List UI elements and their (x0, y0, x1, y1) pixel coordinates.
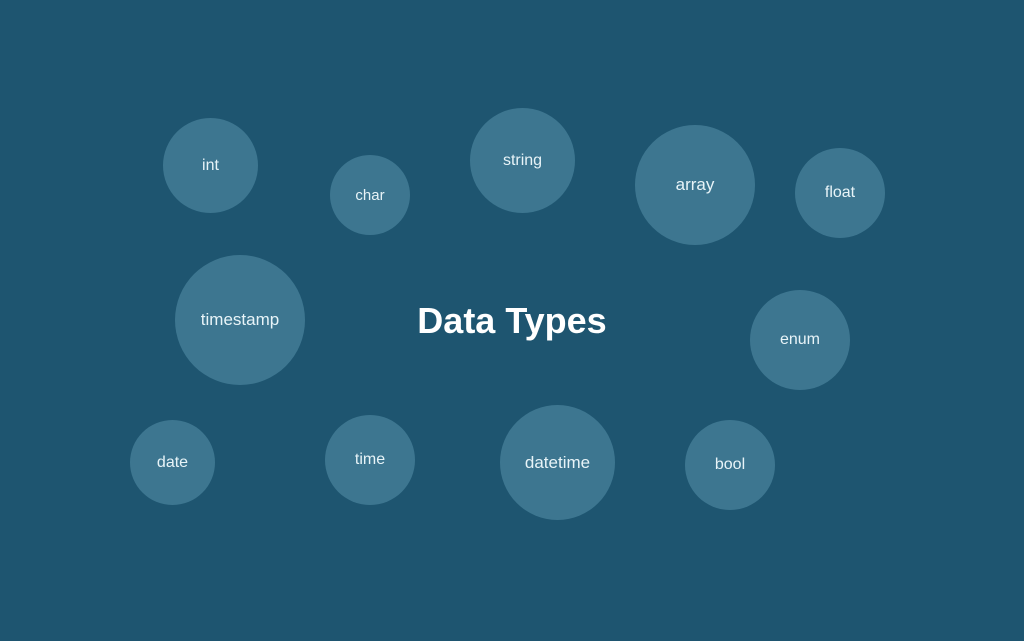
bubble-label-date: date (157, 454, 188, 472)
bubble-label-array: array (676, 175, 715, 195)
bubble-bool: bool (685, 420, 775, 510)
bubble-array: array (635, 125, 755, 245)
bubble-char: char (330, 155, 410, 235)
bubble-datetime: datetime (500, 405, 615, 520)
bubble-label-string: string (503, 152, 542, 170)
bubble-label-char: char (355, 187, 384, 204)
bubble-string: string (470, 108, 575, 213)
bubble-label-time: time (355, 451, 385, 469)
main-container: Data Types int char string array float timest… (0, 0, 1024, 641)
bubble-date: date (130, 420, 215, 505)
bubble-time: time (325, 415, 415, 505)
bubble-enum: enum (750, 290, 850, 390)
bubble-label-bool: bool (715, 456, 745, 474)
bubble-int: int (163, 118, 258, 213)
bubble-label-enum: enum (780, 331, 820, 349)
bubble-label-datetime: datetime (525, 453, 590, 473)
bubble-timestamp: timestamp (175, 255, 305, 385)
bubble-label-float: float (825, 184, 855, 202)
bubble-label-timestamp: timestamp (201, 310, 279, 330)
page-title: Data Types (417, 300, 606, 342)
bubble-float: float (795, 148, 885, 238)
bubble-label-int: int (202, 157, 219, 175)
